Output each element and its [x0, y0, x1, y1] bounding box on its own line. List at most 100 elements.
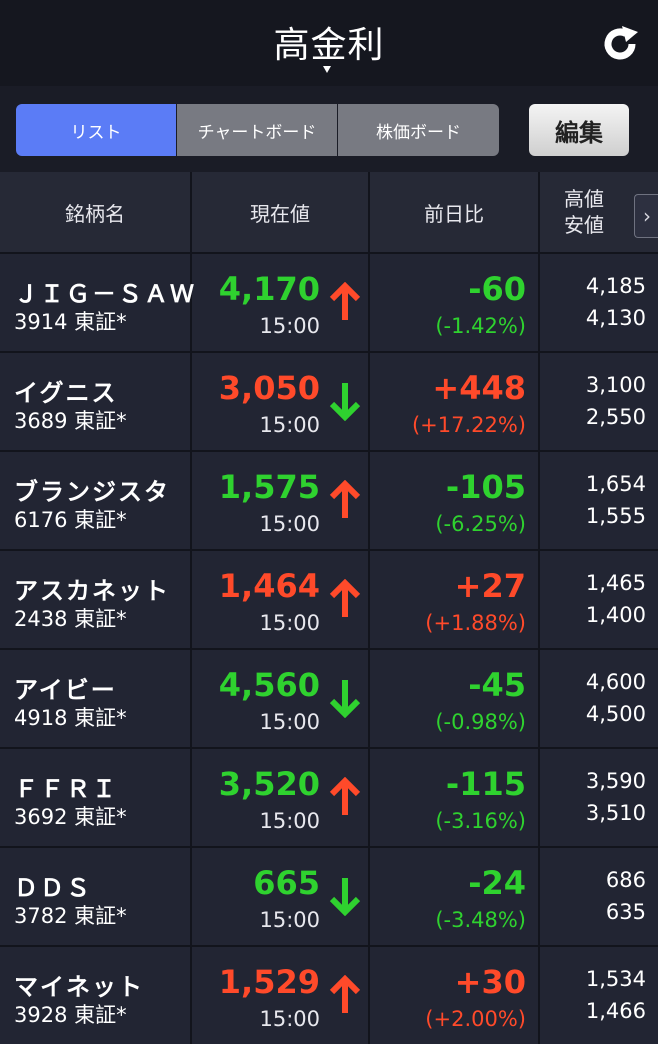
price-change-percent: (-0.98%) [435, 710, 526, 734]
high-price: 3,100 [585, 373, 646, 397]
stock-row[interactable]: ブランジスタ 6176 東証* 1,575 15:00 -105 (-6.25%) 1,65… [0, 450, 658, 549]
low-price: 2,550 [585, 405, 646, 429]
caret-down-icon[interactable] [323, 66, 331, 73]
stock-code: 2438 東証* [14, 607, 127, 631]
price-change: +30 [454, 963, 526, 1001]
stock-row[interactable]: イグニス 3689 東証* 3,050 15:00 +448 (+17.22%) 3,100… [0, 351, 658, 450]
column-header-high: 高値 [564, 187, 604, 211]
price-change-percent: (-3.16%) [435, 809, 526, 833]
current-price: 4,560 [218, 666, 320, 704]
price-change-percent: (-1.42%) [435, 314, 526, 338]
arrow-down-icon [328, 678, 362, 719]
stock-row[interactable]: ＪＩＧ－ＳＡＷ 3914 東証* 4,170 15:00 -60 (-1.42%) 4,18… [0, 252, 658, 351]
price-change-percent: (+1.88%) [425, 611, 526, 635]
stock-code: 6176 東証* [14, 508, 127, 532]
arrow-up-icon [328, 479, 362, 520]
high-price: 3,590 [585, 769, 646, 793]
stock-name: マイネット [14, 973, 144, 1001]
current-price: 665 [253, 864, 320, 902]
price-change: -105 [445, 468, 526, 506]
high-price: 686 [605, 868, 646, 892]
price-change: -115 [445, 765, 526, 803]
stock-name: ブランジスタ [14, 478, 170, 506]
price-time: 15:00 [259, 809, 320, 833]
price-time: 15:00 [259, 710, 320, 734]
list-title-selector[interactable]: 高金利 [0, 16, 658, 68]
stock-code: 3689 東証* [14, 409, 127, 433]
price-time: 15:00 [259, 314, 320, 338]
price-time: 15:00 [259, 512, 320, 536]
column-header-low: 安値 [564, 213, 604, 237]
tab-price-board[interactable]: 株価ボード [338, 104, 499, 156]
low-price: 4,130 [585, 306, 646, 330]
stock-name: アイビー [14, 676, 117, 704]
column-divider [538, 947, 540, 1044]
price-change: +27 [454, 567, 526, 605]
high-price: 4,600 [585, 670, 646, 694]
price-change: -45 [468, 666, 526, 704]
high-price: 1,654 [585, 472, 646, 496]
refresh-icon[interactable] [598, 22, 642, 66]
price-change-percent: (-6.25%) [435, 512, 526, 536]
stock-code: 3928 東証* [14, 1003, 127, 1027]
stock-row[interactable]: ＤＤＳ 3782 東証* 665 15:00 -24 (-3.48%) 686 635 [0, 846, 658, 945]
stock-name: ＤＤＳ [14, 874, 92, 902]
price-change-percent: (+17.22%) [411, 413, 526, 437]
current-price: 3,050 [218, 369, 320, 407]
column-header-price: 現在値 [192, 172, 370, 252]
current-price: 1,529 [218, 963, 320, 1001]
tab-list[interactable]: リスト [16, 104, 176, 156]
tab-chart-board[interactable]: チャートボード [177, 104, 337, 156]
arrow-up-icon [328, 578, 362, 619]
arrow-up-icon [328, 281, 362, 322]
low-price: 1,466 [585, 999, 646, 1023]
stock-code: 4918 東証* [14, 706, 127, 730]
low-price: 635 [605, 900, 646, 924]
low-price: 1,400 [585, 603, 646, 627]
column-divider [538, 551, 540, 648]
current-price: 1,464 [218, 567, 320, 605]
stock-name: ＦＦＲＩ [14, 775, 118, 803]
arrow-up-icon [328, 776, 362, 817]
column-divider [538, 749, 540, 846]
stock-code: 3692 東証* [14, 805, 127, 829]
stock-name: ＪＩＧ－ＳＡＷ [14, 280, 196, 308]
stock-row[interactable]: アイビー 4918 東証* 4,560 15:00 -45 (-0.98%) 4,600 4,… [0, 648, 658, 747]
current-price: 1,575 [218, 468, 320, 506]
current-price: 3,520 [218, 765, 320, 803]
low-price: 3,510 [585, 801, 646, 825]
stock-row[interactable]: ＦＦＲＩ 3692 東証* 3,520 15:00 -115 (-3.16%) 3,590 3… [0, 747, 658, 846]
stock-name: イグニス [14, 379, 118, 407]
price-time: 15:00 [259, 1007, 320, 1031]
price-change: +448 [432, 369, 526, 407]
stock-row[interactable]: マイネット 3928 東証* 1,529 15:00 +30 (+2.00%) 1,534 1… [0, 945, 658, 1044]
current-price: 4,170 [218, 270, 320, 308]
column-header-change: 前日比 [370, 172, 540, 252]
high-price: 1,465 [585, 571, 646, 595]
price-change-percent: (+2.00%) [425, 1007, 526, 1031]
column-divider [538, 452, 540, 549]
column-divider [538, 848, 540, 945]
arrow-down-icon [328, 381, 362, 422]
high-price: 4,185 [585, 274, 646, 298]
price-change: -60 [468, 270, 526, 308]
edit-button[interactable]: 編集 [529, 104, 629, 156]
column-divider [538, 254, 540, 351]
column-divider [538, 650, 540, 747]
stock-name: アスカネット [14, 577, 170, 605]
price-time: 15:00 [259, 413, 320, 437]
low-price: 1,555 [585, 504, 646, 528]
price-change-percent: (-3.48%) [435, 908, 526, 932]
arrow-down-icon [328, 876, 362, 917]
stock-code: 3914 東証* [14, 310, 127, 334]
column-header-name: 銘柄名 [0, 172, 192, 252]
arrow-up-icon [328, 974, 362, 1015]
price-time: 15:00 [259, 908, 320, 932]
high-price: 1,534 [585, 967, 646, 991]
stock-code: 3782 東証* [14, 904, 127, 928]
price-change: -24 [468, 864, 526, 902]
chevron-right-icon[interactable]: › [634, 194, 658, 238]
low-price: 4,500 [585, 702, 646, 726]
price-time: 15:00 [259, 611, 320, 635]
stock-row[interactable]: アスカネット 2438 東証* 1,464 15:00 +27 (+1.88%) 1,465… [0, 549, 658, 648]
